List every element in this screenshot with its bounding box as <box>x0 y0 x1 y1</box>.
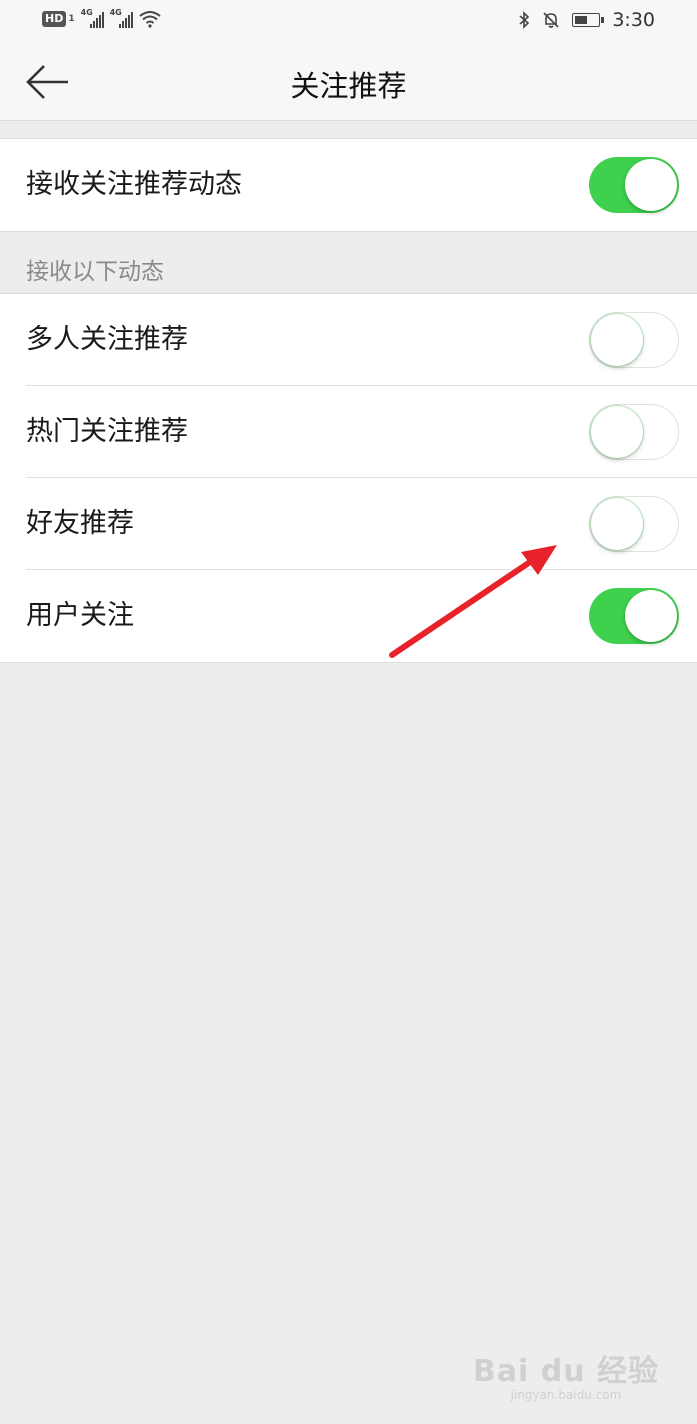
setting-label: 好友推荐 <box>26 508 134 539</box>
status-left: HD 1 4G 4G <box>42 8 161 28</box>
bell-off-icon <box>543 12 559 28</box>
toggle-knob <box>591 406 643 458</box>
main-setting-group: 接收关注推荐动态 <box>0 138 697 232</box>
setting-row: 好友推荐 <box>0 478 697 570</box>
hd-badge: HD <box>42 11 67 27</box>
setting-label: 热门关注推荐 <box>26 416 188 447</box>
toggle-switch[interactable] <box>589 496 679 552</box>
watermark: Bai du 经验 jingyan.baidu.com <box>473 1346 659 1402</box>
main-toggle-switch[interactable] <box>589 157 679 213</box>
setting-label: 用户关注 <box>26 600 134 631</box>
page-title: 关注推荐 <box>290 69 407 103</box>
setting-row: 多人关注推荐 <box>0 294 697 386</box>
setting-row: 用户关注 <box>0 570 697 662</box>
nav-bar: 关注推荐 <box>0 44 697 121</box>
toggle-switch[interactable] <box>589 404 679 460</box>
toggle-knob <box>625 159 677 211</box>
setting-label: 多人关注推荐 <box>26 324 188 355</box>
setting-row-main: 接收关注推荐动态 <box>0 139 697 231</box>
sub-settings-group: 多人关注推荐 热门关注推荐 好友推荐 用户关注 <box>0 293 697 663</box>
toggle-knob <box>591 314 643 366</box>
sim-badge: 1 <box>68 14 75 24</box>
network-type-label: 4G <box>80 8 93 17</box>
toggle-switch[interactable] <box>589 312 679 368</box>
bluetooth-icon <box>519 11 530 29</box>
setting-label: 接收关注推荐动态 <box>26 169 242 200</box>
watermark-logo: Bai du 经验 <box>472 1354 659 1389</box>
section-header: 接收以下动态 <box>26 259 164 285</box>
clock: 3:30 <box>612 9 655 31</box>
watermark-url: jingyan.baidu.com <box>510 1388 622 1402</box>
toggle-knob <box>591 498 643 550</box>
toggle-knob <box>625 590 677 642</box>
battery-charging-icon <box>572 13 605 27</box>
status-bar: HD 1 4G 4G 3:30 <box>0 0 697 44</box>
network-type-label: 4G <box>109 8 122 17</box>
signal-icon: 4G <box>109 8 133 28</box>
status-right: 3:30 <box>518 9 655 31</box>
toggle-switch[interactable] <box>589 588 679 644</box>
signal-icon: 4G <box>80 8 104 28</box>
wifi-icon <box>138 11 161 28</box>
setting-row: 热门关注推荐 <box>0 386 697 478</box>
